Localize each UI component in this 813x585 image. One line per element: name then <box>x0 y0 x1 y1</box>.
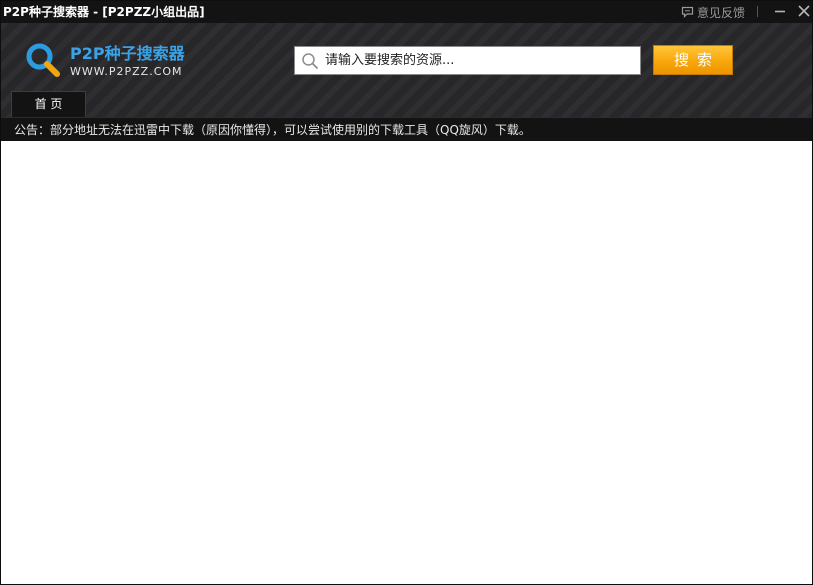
feedback-button[interactable]: 意见反馈 <box>681 3 745 21</box>
titlebar-divider <box>757 6 758 17</box>
window-title: P2P种子搜索器 - [P2PZZ小组出品] <box>3 5 205 19</box>
app-header: P2P种子搜索器 WWW.P2PZZ.COM 搜索 首 页 <box>1 23 812 117</box>
tab-home[interactable]: 首 页 <box>11 91 86 117</box>
feedback-label: 意见反馈 <box>697 5 746 20</box>
search-icon <box>302 52 318 69</box>
search-input[interactable] <box>325 53 625 68</box>
search-box[interactable] <box>294 46 641 75</box>
notice-bar: 公告：部分地址无法在迅雷中下载（原因你懂得），可以尝试使用别的下载工具（QQ旋风… <box>1 117 812 141</box>
app-window: P2P种子搜索器 - [P2PZZ小组出品] 意见反馈 P2P种子搜索器 WWW… <box>0 0 813 585</box>
content-area[interactable] <box>1 141 812 584</box>
magnifier-logo-icon <box>26 43 60 77</box>
brand-name: P2P种子搜索器 <box>70 44 185 63</box>
search-button[interactable]: 搜索 <box>653 45 733 75</box>
brand-url: WWW.P2PZZ.COM <box>70 65 183 78</box>
notice-text: 公告：部分地址无法在迅雷中下载（原因你懂得），可以尝试使用别的下载工具（QQ旋风… <box>14 123 531 137</box>
close-icon[interactable] <box>796 3 812 19</box>
minimize-icon[interactable] <box>772 3 788 19</box>
chat-bubble-icon <box>681 6 694 18</box>
title-bar[interactable]: P2P种子搜索器 - [P2PZZ小组出品] 意见反馈 <box>1 1 812 23</box>
